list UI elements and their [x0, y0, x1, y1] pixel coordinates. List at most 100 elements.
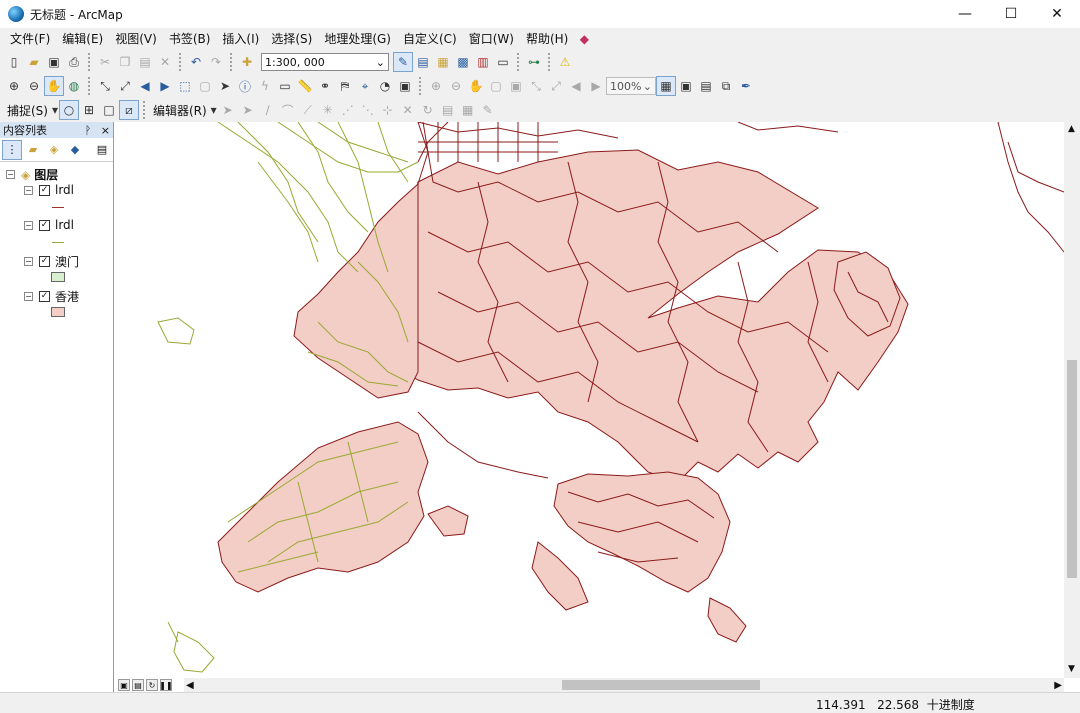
zoom-100-icon[interactable]: ▣ — [506, 76, 526, 96]
html-popup-icon[interactable]: ▭ — [275, 76, 295, 96]
map-canvas[interactable] — [118, 122, 1064, 678]
maximize-button[interactable]: ☐ — [988, 0, 1034, 28]
edge-snapping-icon[interactable]: ⧄ — [118, 100, 139, 120]
menu-help[interactable]: 帮助(H) — [520, 28, 574, 50]
back-arrow-icon[interactable]: ◀ — [135, 76, 155, 96]
delete-icon[interactable]: ✕ — [155, 52, 175, 72]
chevron-down-icon[interactable]: ▾ — [210, 100, 218, 120]
pan-hand-icon[interactable]: ✋ — [44, 76, 64, 96]
menu-geoprocessing[interactable]: 地理处理(G) — [318, 28, 397, 50]
refresh-icon[interactable]: ↻ — [146, 679, 158, 691]
select-elements-arrow-icon[interactable]: ➤ — [215, 76, 235, 96]
toc-layers-group[interactable]: − ◈ 图层 — [6, 166, 58, 183]
menu-view[interactable]: 视图(V) — [109, 28, 163, 50]
layout-back-icon[interactable]: ◀ — [566, 76, 586, 96]
rotate-icon[interactable]: ↻ — [418, 100, 438, 120]
list-by-drawing-order-icon[interactable]: ⋮ — [2, 139, 22, 160]
toc-options-icon[interactable]: ▤ — [92, 140, 112, 160]
add-data-icon[interactable]: ✚ — [237, 52, 257, 72]
fixed-zoom-out-icon[interactable]: ⤢ — [115, 76, 135, 96]
list-by-visibility-icon[interactable]: ◈ — [44, 140, 64, 160]
time-slider-icon[interactable]: ◔ — [375, 76, 395, 96]
viewer-window-icon[interactable]: ▣ — [395, 76, 415, 96]
arctoolbox-icon[interactable]: ▥ — [473, 52, 493, 72]
hk-island-polygon[interactable] — [553, 471, 731, 593]
chevron-down-icon[interactable]: ▾ — [51, 100, 59, 120]
collapse-icon[interactable]: − — [24, 257, 33, 266]
menu-selection[interactable]: 选择(S) — [265, 28, 318, 50]
hyperlink-bolt-icon[interactable]: ϟ — [255, 76, 275, 96]
go-to-xy-icon[interactable]: ⌖ — [355, 76, 375, 96]
identify-icon[interactable]: ⓘ — [235, 76, 255, 96]
attributes-icon[interactable]: ▤ — [438, 100, 458, 120]
line-symbol-swatch[interactable] — [52, 207, 64, 208]
end-snapping-icon[interactable]: ⊞ — [79, 100, 99, 120]
find-binoculars-icon[interactable]: ⚭ — [315, 76, 335, 96]
close-button[interactable]: ✕ — [1034, 0, 1080, 28]
catalog-window-icon[interactable]: ▦ — [433, 52, 453, 72]
create-features-icon[interactable]: ✎ — [478, 100, 498, 120]
map-view[interactable] — [118, 122, 1064, 678]
toc-layer-item[interactable]: − ✓ 澳门 — [24, 253, 79, 270]
line-symbol-swatch[interactable] — [52, 242, 64, 243]
scroll-down-icon[interactable]: ▼ — [1068, 664, 1075, 674]
copy-icon[interactable]: ❐ — [115, 52, 135, 72]
find-route-icon[interactable]: ⛿ — [335, 76, 355, 96]
scroll-right-icon[interactable]: ▶ — [1054, 680, 1062, 691]
save-icon[interactable]: ▣ — [44, 52, 64, 72]
split-icon[interactable]: ✕ — [398, 100, 418, 120]
point-snapping-icon[interactable]: ○ — [58, 100, 79, 120]
vertical-scrollbar[interactable]: ▲ ▼ — [1064, 122, 1080, 678]
fixed-zoom-in-icon[interactable]: ⤡ — [95, 76, 115, 96]
vertex-snapping-icon[interactable]: □ — [99, 100, 119, 120]
editor-toolbar-icon[interactable]: ✎ — [393, 52, 413, 72]
cut-polygons-icon[interactable]: ⊹ — [378, 100, 398, 120]
model-builder-icon[interactable]: ⊶ — [524, 52, 544, 72]
clear-selection-icon[interactable]: ▢ — [195, 76, 215, 96]
hk-western-nt-polygon[interactable] — [293, 182, 419, 399]
collapse-icon[interactable]: − — [6, 170, 15, 179]
menu-bookmarks[interactable]: 书签(B) — [163, 28, 217, 50]
open-folder-icon[interactable]: ▰ — [24, 52, 44, 72]
python-icon[interactable]: ◆ — [574, 29, 594, 49]
menu-windows[interactable]: 窗口(W) — [463, 28, 520, 50]
southern-island-polygon[interactable] — [707, 597, 747, 643]
toc-window-icon[interactable]: ▤ — [413, 52, 433, 72]
scroll-up-icon[interactable]: ▲ — [1068, 124, 1075, 134]
full-extent-globe-icon[interactable]: ◍ — [64, 76, 84, 96]
collapse-icon[interactable]: − — [24, 220, 33, 230]
minimize-button[interactable]: — — [942, 0, 988, 28]
data-driven-pages-icon[interactable]: ⧉ — [716, 76, 736, 96]
layer-visibility-checkbox[interactable]: ✓ — [39, 219, 50, 231]
data-view-icon[interactable]: ▣ — [118, 679, 130, 691]
redo-icon[interactable]: ↷ — [206, 52, 226, 72]
forward-arrow-icon[interactable]: ▶ — [155, 76, 175, 96]
toggle-draft-mode-icon[interactable]: ▦ — [656, 76, 676, 96]
pause-drawing-icon[interactable]: ❚❚ — [159, 679, 173, 691]
measure-icon[interactable]: 📏 — [295, 76, 315, 96]
list-by-source-icon[interactable]: ▰ — [23, 140, 43, 160]
zoom-in-icon[interactable]: ⊕ — [4, 76, 24, 96]
cut-icon[interactable]: ✂ — [95, 52, 115, 72]
zoom-percent-combobox[interactable]: 100% ⌄ — [606, 77, 656, 95]
edit-annotation-icon[interactable]: ➤ — [238, 100, 258, 120]
edit-tool-icon[interactable]: ➤ — [218, 100, 238, 120]
lantau-island-polygon[interactable] — [217, 421, 429, 593]
zoom-out-icon[interactable]: ⊖ — [24, 76, 44, 96]
edit-vertices-icon[interactable]: ⋰ — [338, 100, 358, 120]
vertical-scroll-thumb[interactable] — [1067, 360, 1077, 578]
paste-icon[interactable]: ▤ — [135, 52, 155, 72]
list-by-selection-icon[interactable]: ◆ — [65, 140, 85, 160]
toc-layer-item[interactable]: − ✓ lrdl — [24, 218, 74, 232]
horizontal-scrollbar[interactable]: ◀ ▶ — [184, 678, 1064, 692]
scale-combobox[interactable]: 1:300, 000 ⌄ — [261, 53, 389, 71]
trace-icon[interactable]: ⟋ — [298, 100, 318, 120]
layout-forward-icon[interactable]: ▶ — [586, 76, 606, 96]
layout-eyedropper-icon[interactable]: ✒ — [736, 76, 756, 96]
layout-pan-icon[interactable]: ✋ — [466, 76, 486, 96]
straight-segment-icon[interactable]: ∕ — [258, 100, 278, 120]
layer-visibility-checkbox[interactable]: ✓ — [39, 184, 50, 196]
warning-icon[interactable]: ⚠ — [555, 52, 575, 72]
layout-fixed-zoom-in-icon[interactable]: ⤡ — [526, 76, 546, 96]
change-layout-icon[interactable]: ▤ — [696, 76, 716, 96]
